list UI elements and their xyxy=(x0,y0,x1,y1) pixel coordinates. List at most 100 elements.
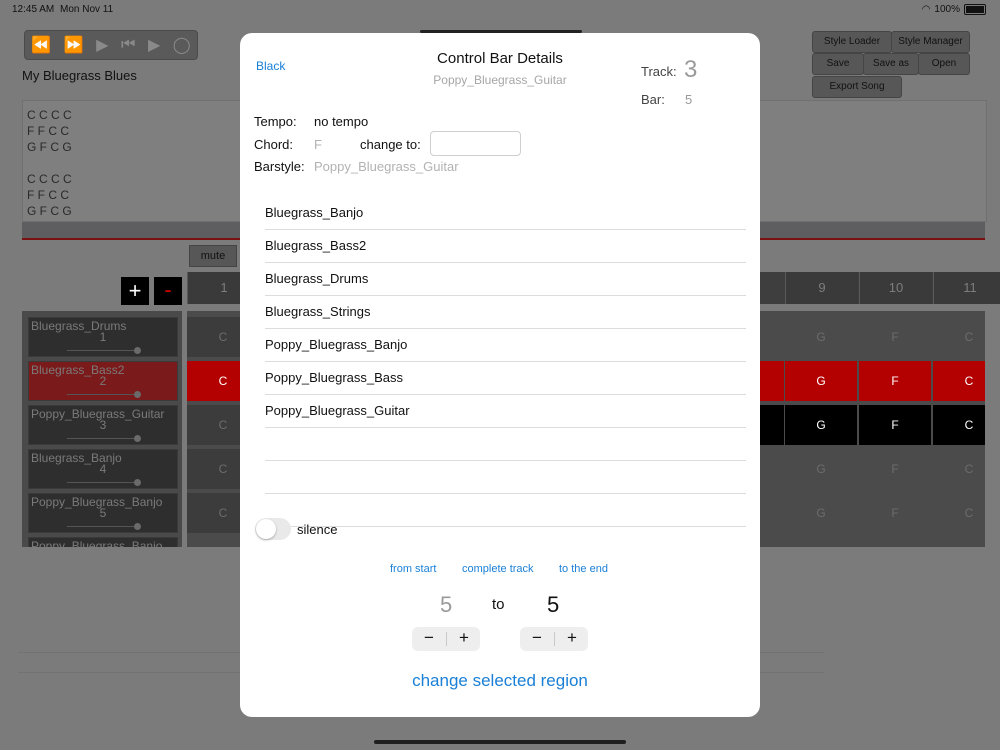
grid-cell[interactable]: G xyxy=(785,317,857,357)
grid-cell[interactable]: C xyxy=(933,449,985,489)
cell-chord: C xyxy=(964,418,974,432)
list-item[interactable]: Bluegrass_Banjo xyxy=(265,197,746,230)
list-item[interactable] xyxy=(265,428,746,461)
complete-track-link[interactable]: complete track xyxy=(462,563,534,575)
list-item[interactable]: Bluegrass_Strings xyxy=(265,296,746,329)
from-start-link[interactable]: from start xyxy=(390,563,436,575)
grid-cell[interactable]: G xyxy=(785,449,857,489)
grid-cell[interactable]: C xyxy=(933,405,985,445)
list-item[interactable]: Bluegrass_Drums xyxy=(265,263,746,296)
list-item[interactable]: Bluegrass_Bass2 xyxy=(265,230,746,263)
volume-slider[interactable] xyxy=(67,350,139,351)
status-battery: ◠ 100% xyxy=(922,4,986,15)
tempo-label: Tempo: xyxy=(254,114,297,129)
bar-header[interactable]: 11 xyxy=(933,272,1000,304)
decrement-button[interactable]: − xyxy=(520,627,554,651)
track-item[interactable]: Poppy_Bluegrass_Guitar 3 xyxy=(28,405,178,445)
track-list: Bluegrass_Drums 1 Bluegrass_Bass2 2 Popp… xyxy=(22,311,182,547)
to-the-end-link[interactable]: to the end xyxy=(559,563,608,575)
play-icon-2[interactable]: ▶ xyxy=(148,35,160,55)
slider-knob[interactable] xyxy=(134,391,141,398)
volume-slider[interactable] xyxy=(67,438,139,439)
grid-cell[interactable]: G xyxy=(785,405,857,445)
volume-slider[interactable] xyxy=(67,394,139,395)
grid-cell-partial xyxy=(760,317,784,357)
increment-button[interactable]: + xyxy=(447,627,481,651)
chord-change-input[interactable] xyxy=(430,131,521,156)
track-item-selected[interactable]: Bluegrass_Bass2 2 xyxy=(28,361,178,401)
slider-knob[interactable] xyxy=(134,479,141,486)
grid-cell[interactable]: G xyxy=(785,493,857,533)
fast-forward-icon[interactable]: ⏩ xyxy=(64,35,84,55)
silence-toggle[interactable] xyxy=(255,518,291,540)
chord-value: F xyxy=(314,137,322,152)
cell-chord: F xyxy=(891,330,899,344)
barstyle-label: Barstyle: xyxy=(254,159,305,174)
bar-label: Bar: xyxy=(641,92,665,107)
grid-cell[interactable]: F xyxy=(859,493,931,533)
song-title: My Bluegrass Blues xyxy=(22,68,137,83)
list-item[interactable] xyxy=(265,461,746,494)
track-item[interactable]: Poppy_Bluegrass_Banjo 5 xyxy=(28,493,178,533)
track-number: 2 xyxy=(99,374,107,388)
cell-chord: C xyxy=(218,462,228,476)
style-manager-button[interactable]: Style Manager xyxy=(891,31,970,53)
grid-cell[interactable]: F xyxy=(859,317,931,357)
track-item[interactable]: Bluegrass_Drums 1 xyxy=(28,317,178,357)
grid-cell[interactable]: F xyxy=(859,449,931,489)
save-button[interactable]: Save xyxy=(812,53,864,75)
decrement-button[interactable]: − xyxy=(412,627,446,651)
play-icon[interactable]: ▶ xyxy=(96,35,108,55)
range-to-label: to xyxy=(492,596,505,613)
status-time: 12:45 AM xyxy=(12,4,55,15)
cell-chord: C xyxy=(218,506,228,520)
skip-back-icon[interactable]: ⏮ xyxy=(121,36,135,54)
cell-chord: F xyxy=(891,506,899,520)
grid-cell[interactable]: C xyxy=(933,361,985,401)
increment-button[interactable]: + xyxy=(555,627,589,651)
change-selected-region-button[interactable]: change selected region xyxy=(240,671,760,691)
track-label: Track: xyxy=(641,64,677,79)
bar-value: 5 xyxy=(685,92,693,107)
cell-chord: G xyxy=(816,374,826,388)
silence-label: silence xyxy=(297,522,338,537)
grid-cell-partial xyxy=(760,361,784,401)
grid-cell[interactable]: F xyxy=(859,405,931,445)
volume-slider[interactable] xyxy=(67,482,139,483)
track-item[interactable]: Bluegrass_Banjo 4 xyxy=(28,449,178,489)
save-as-button[interactable]: Save as xyxy=(863,53,919,75)
list-item[interactable]: Poppy_Bluegrass_Guitar xyxy=(265,395,746,428)
cell-chord: C xyxy=(218,418,228,432)
cell-chord: F xyxy=(891,418,899,432)
status-date: Mon Nov 11 xyxy=(60,4,114,15)
loop-icon[interactable]: ◯ xyxy=(173,35,191,55)
tempo-value: no tempo xyxy=(314,114,369,129)
grid-cell[interactable]: F xyxy=(859,361,931,401)
grid-cell[interactable]: C xyxy=(933,317,985,357)
rewind-icon[interactable]: ⏪ xyxy=(31,35,51,55)
bar-header[interactable]: 10 xyxy=(859,272,932,304)
status-bar: 12:45 AM Mon Nov 11 ◠ 100% xyxy=(0,0,1000,18)
track-number: 3 xyxy=(99,418,107,432)
slider-knob[interactable] xyxy=(134,523,141,530)
remove-track-button[interactable]: - xyxy=(154,277,182,305)
cell-chord: F xyxy=(891,462,899,476)
grid-cell[interactable]: G xyxy=(785,361,857,401)
grid-cell[interactable]: C xyxy=(933,493,985,533)
track-item[interactable]: Poppy_Bluegrass_Banjo xyxy=(28,537,178,547)
volume-slider[interactable] xyxy=(67,526,139,527)
transport-bar: ⏪ ⏩ ▶ ⏮ ▶ ◯ xyxy=(24,30,198,60)
range-end-value: 5 xyxy=(547,592,560,617)
track-value: 3 xyxy=(684,56,698,83)
mute-button[interactable]: mute xyxy=(189,245,237,267)
list-item[interactable]: Poppy_Bluegrass_Bass xyxy=(265,362,746,395)
slider-knob[interactable] xyxy=(134,435,141,442)
list-item[interactable]: Poppy_Bluegrass_Banjo xyxy=(265,329,746,362)
track-number: 1 xyxy=(99,330,107,344)
slider-knob[interactable] xyxy=(134,347,141,354)
bar-header[interactable]: 9 xyxy=(785,272,858,304)
add-track-button[interactable]: + xyxy=(121,277,149,305)
style-loader-button[interactable]: Style Loader xyxy=(812,31,892,53)
export-song-button[interactable]: Export Song xyxy=(812,76,902,98)
open-button[interactable]: Open xyxy=(918,53,970,75)
